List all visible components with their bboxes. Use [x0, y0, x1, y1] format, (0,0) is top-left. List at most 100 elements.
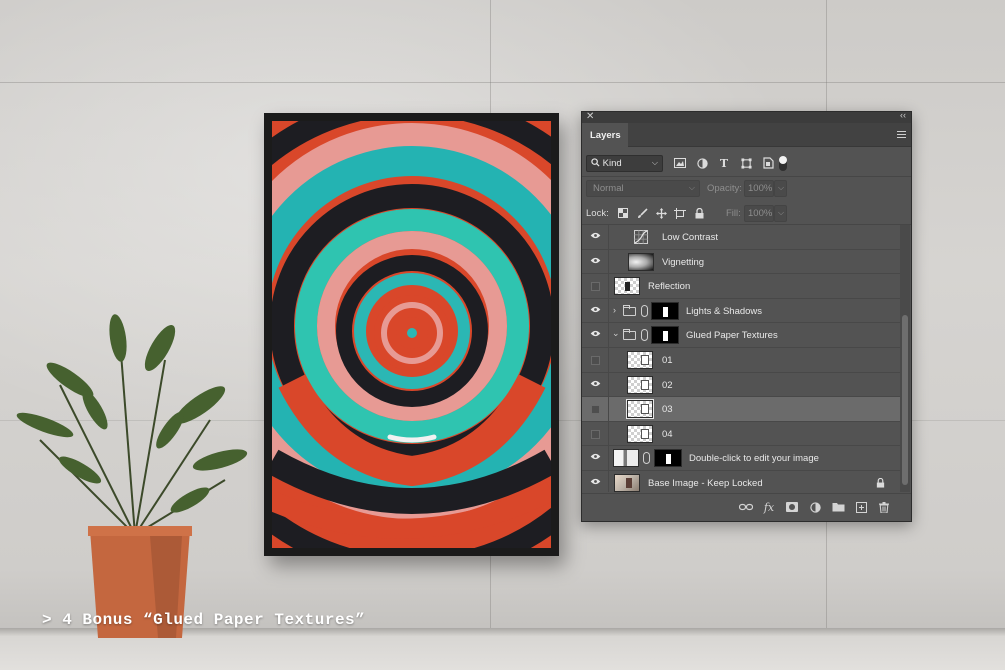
kind-filter-select[interactable]: Kind ⌵ — [586, 155, 663, 172]
visibility-toggle[interactable] — [591, 355, 600, 365]
opacity-label: Opacity: — [707, 183, 742, 194]
smart-object-thumbnail — [613, 449, 639, 468]
layer-row-04[interactable]: 04 — [582, 421, 900, 447]
layer-row-reflection[interactable]: Reflection — [582, 274, 900, 299]
layer-thumbnail — [627, 424, 653, 443]
visibility-toggle[interactable] — [591, 282, 600, 292]
layer-mask-thumbnail — [651, 301, 679, 320]
fx-icon[interactable]: fx — [762, 500, 776, 514]
blend-mode-select[interactable]: Normal ⌵ — [586, 180, 700, 197]
layer-name: 04 — [662, 428, 673, 440]
poster-frame — [264, 113, 559, 556]
layer-row-edit-image[interactable]: Double-click to edit your image — [582, 446, 900, 471]
eye-icon[interactable] — [590, 232, 601, 239]
bonus-caption: > 4 Bonus “Glued Paper Textures” — [42, 611, 366, 629]
link-layers-icon[interactable] — [739, 500, 753, 514]
panel-footer: fx — [582, 493, 911, 521]
layer-name: Double-click to edit your image — [689, 453, 819, 465]
layer-name: 02 — [662, 379, 673, 391]
link-icon[interactable] — [643, 452, 650, 465]
fill-input[interactable]: 100% — [744, 205, 774, 222]
new-adjustment-layer-icon[interactable] — [808, 500, 822, 514]
chevron-down-icon[interactable]: ⌄ — [612, 328, 620, 339]
new-group-folder-icon[interactable] — [831, 500, 845, 514]
add-mask-icon[interactable] — [785, 500, 799, 514]
layer-row-base-image[interactable]: Base Image - Keep Locked — [582, 470, 900, 492]
layer-name: Vignetting — [662, 256, 705, 268]
eye-icon[interactable] — [590, 330, 601, 337]
visibility-toggle[interactable] — [591, 429, 600, 439]
lock-row: Lock: Fill: 100% ⌵ — [586, 205, 906, 222]
blend-mode-value: Normal — [593, 183, 624, 194]
close-icon[interactable]: ✕ — [586, 111, 594, 122]
visibility-toggle[interactable] — [591, 405, 600, 415]
adjustment-filter-icon[interactable] — [695, 156, 709, 170]
divider — [582, 176, 911, 177]
eye-icon[interactable] — [590, 306, 601, 313]
eye-icon[interactable] — [590, 478, 601, 485]
lock-pixels-brush-icon[interactable] — [635, 206, 649, 220]
filter-toggle[interactable] — [779, 156, 787, 171]
curves-adjustment-icon — [634, 230, 648, 244]
scroll-thumb[interactable] — [902, 315, 908, 485]
layer-name: Lights & Shadows — [686, 305, 763, 317]
chevron-down-icon: ⌵ — [651, 158, 658, 167]
fill-label: Fill: — [726, 208, 741, 219]
layer-row-02[interactable]: 02 — [582, 372, 900, 398]
smart-object-filter-icon[interactable] — [761, 156, 775, 170]
layer-thumbnail — [614, 277, 640, 296]
layer-row-03[interactable]: 03 — [582, 397, 900, 422]
lock-position-move-icon[interactable] — [654, 206, 668, 220]
lock-icon — [876, 477, 885, 488]
lock-artboard-icon[interactable] — [673, 206, 687, 220]
tab-layers[interactable]: Layers — [582, 123, 628, 147]
layer-name: Reflection — [648, 281, 691, 293]
layer-thumbnail — [626, 399, 654, 420]
folder-icon — [623, 304, 636, 316]
opacity-dropdown-button[interactable]: ⌵ — [774, 180, 787, 197]
wall-seam — [0, 82, 1005, 83]
link-icon[interactable] — [641, 329, 648, 342]
blend-row: Normal ⌵ Opacity: 100% ⌵ — [586, 180, 906, 197]
lock-transparency-icon[interactable] — [616, 206, 630, 220]
layer-thumbnail — [627, 375, 653, 394]
eye-icon[interactable] — [590, 380, 601, 387]
filter-row: Kind ⌵ T — [586, 155, 906, 172]
layer-row-low-contrast[interactable]: Low Contrast — [582, 225, 900, 250]
layers-scrollbar[interactable] — [900, 225, 910, 492]
panel-menu-icon[interactable] — [897, 131, 906, 138]
folder-open-icon — [623, 329, 636, 341]
type-filter-icon[interactable]: T — [717, 156, 731, 170]
new-layer-icon[interactable] — [854, 500, 868, 514]
shape-filter-icon[interactable] — [739, 156, 753, 170]
layer-name: Low Contrast — [662, 232, 718, 243]
layer-row-01[interactable]: 01 — [582, 347, 900, 373]
layer-row-vignetting[interactable]: Vignetting — [582, 249, 900, 275]
chevron-right-icon[interactable]: › — [613, 305, 616, 315]
layer-thumbnail — [628, 252, 654, 271]
layer-name: 01 — [662, 354, 673, 366]
lock-label: Lock: — [586, 208, 609, 219]
potted-plant — [16, 314, 248, 638]
layer-row-lights-shadows[interactable]: › Lights & Shadows — [582, 298, 900, 324]
lock-all-icon[interactable] — [692, 206, 706, 220]
layer-mask-thumbnail — [654, 449, 682, 468]
layer-thumbnail — [627, 350, 653, 369]
trash-icon[interactable] — [877, 500, 891, 514]
layer-name: Glued Paper Textures — [686, 330, 778, 342]
link-icon[interactable] — [641, 304, 648, 317]
search-icon — [591, 158, 600, 167]
panel-titlebar: ✕ ‹‹ — [582, 110, 911, 123]
layer-thumbnail — [614, 473, 640, 492]
panel-tabbar: Layers — [582, 123, 911, 147]
layer-row-glued-paper-textures[interactable]: ⌄ Glued Paper Textures — [582, 323, 900, 348]
collapse-icon[interactable]: ‹‹ — [900, 110, 906, 120]
kind-label: Kind — [602, 158, 622, 169]
opacity-input[interactable]: 100% — [744, 180, 774, 197]
eye-icon[interactable] — [590, 453, 601, 460]
layer-mask-thumbnail — [651, 326, 679, 345]
pixel-layer-filter-icon[interactable] — [673, 156, 687, 170]
fill-dropdown-button[interactable]: ⌵ — [774, 205, 787, 222]
layers-list: Low Contrast Vignetting Reflection › Lig… — [582, 225, 900, 492]
eye-icon[interactable] — [590, 257, 601, 264]
